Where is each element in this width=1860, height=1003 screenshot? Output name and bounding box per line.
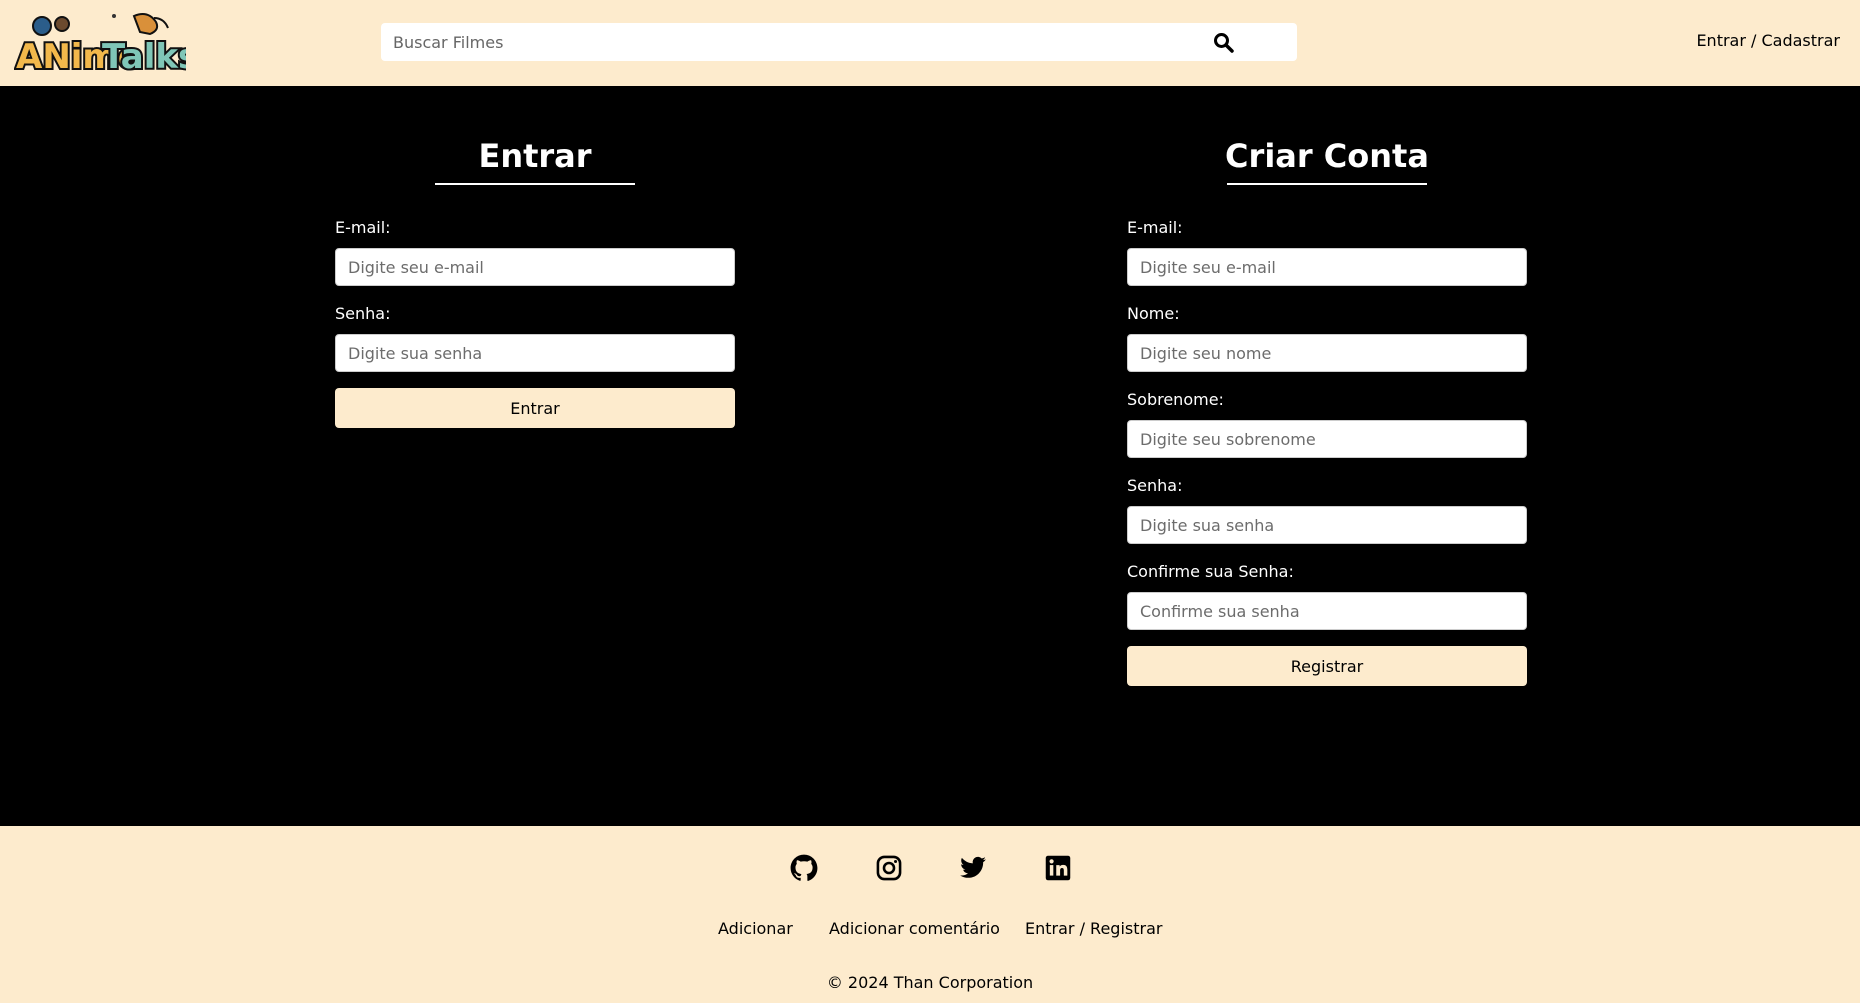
footer-link-adicionar[interactable]: Adicionar <box>718 919 793 938</box>
register-name-field[interactable] <box>1127 334 1527 372</box>
register-surname-label: Sobrenome: <box>1127 390 1224 409</box>
footer: Adicionar Adicionar comentário Entrar / … <box>0 826 1860 1003</box>
linkedin-link[interactable] <box>1044 854 1072 882</box>
login-password-field[interactable] <box>335 334 735 372</box>
login-register-link[interactable]: Entrar / Cadastrar <box>1696 31 1840 50</box>
register-title-underline <box>1227 183 1427 185</box>
main-content: Entrar E-mail: Senha: Entrar Criar Conta… <box>0 86 1860 826</box>
register-submit-button[interactable]: Registrar <box>1127 646 1527 686</box>
instagram-icon <box>876 855 902 881</box>
github-icon <box>790 854 818 881</box>
footer-link-adicionar-comentario[interactable]: Adicionar comentário <box>829 919 1000 938</box>
search-bar <box>381 23 1297 61</box>
register-name-label: Nome: <box>1127 304 1180 323</box>
github-link[interactable] <box>790 854 818 882</box>
login-submit-button[interactable]: Entrar <box>335 388 735 428</box>
linkedin-icon <box>1045 855 1071 881</box>
register-surname-field[interactable] <box>1127 420 1527 458</box>
register-password-field[interactable] <box>1127 506 1527 544</box>
logo-image: ANime Talks <box>14 13 186 74</box>
register-title: Criar Conta <box>1225 137 1429 175</box>
login-email-field[interactable] <box>335 248 735 286</box>
login-email-label: E-mail: <box>335 218 391 237</box>
copyright: © 2024 Than Corporation <box>826 973 1034 992</box>
search-button[interactable] <box>1212 31 1236 55</box>
svg-text:Talks: Talks <box>102 37 186 74</box>
register-password-label: Senha: <box>1127 476 1183 495</box>
login-password-label: Senha: <box>335 304 391 323</box>
header: ANime Talks Entrar / Cadastrar <box>0 0 1860 86</box>
register-email-label: E-mail: <box>1127 218 1183 237</box>
footer-link-entrar-registrar[interactable]: Entrar / Registrar <box>1025 919 1162 938</box>
instagram-link[interactable] <box>875 854 903 882</box>
twitter-link[interactable] <box>959 854 987 882</box>
register-confirm-field[interactable] <box>1127 592 1527 630</box>
register-confirm-label: Confirme sua Senha: <box>1127 562 1294 581</box>
twitter-icon <box>960 856 986 878</box>
search-icon <box>1214 33 1234 53</box>
search-input[interactable] <box>381 23 1241 61</box>
register-email-field[interactable] <box>1127 248 1527 286</box>
logo[interactable]: ANime Talks <box>14 10 186 74</box>
login-title: Entrar <box>478 137 592 175</box>
login-title-underline <box>435 183 635 185</box>
